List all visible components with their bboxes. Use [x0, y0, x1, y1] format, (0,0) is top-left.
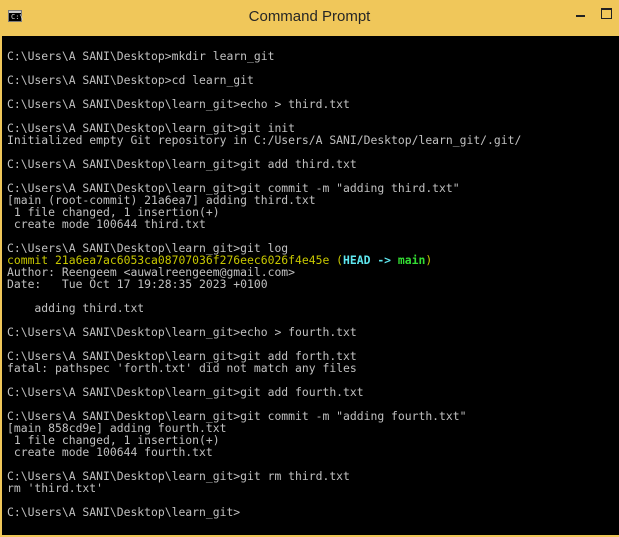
console-text-segment: C:\Users\A SANI\Desktop\learn_git>echo >… [7, 325, 357, 339]
console-line: create mode 100644 third.txt [7, 218, 619, 230]
console-text-segment: C:\Users\A SANI\Desktop\learn_git>git ad… [7, 157, 357, 171]
console-line: C:\Users\A SANI\Desktop\learn_git> [7, 506, 619, 518]
console-text-segment: adding third.txt [7, 301, 145, 315]
console-text-segment: main [397, 253, 426, 267]
console-text-segment: Date: Tue Oct 17 19:28:35 2023 +0100 [7, 277, 268, 291]
console-line: fatal: pathspec 'forth.txt' did not matc… [7, 362, 619, 374]
console-line: adding third.txt [7, 302, 619, 314]
console-text-segment: ) [425, 253, 433, 267]
console-text-segment: C:\Users\A SANI\Desktop\learn_git>git ad… [7, 385, 364, 399]
console-area[interactable]: C:\Users\A SANI\Desktop>mkdir learn_git C… [2, 36, 619, 535]
console-line: C:\Users\A SANI\Desktop\learn_git>git ad… [7, 158, 619, 170]
console-text-segment: create mode 100644 third.txt [7, 217, 206, 231]
console-output: C:\Users\A SANI\Desktop>mkdir learn_git C… [7, 38, 619, 518]
console-text-segment: fatal: pathspec 'forth.txt' did not matc… [7, 361, 357, 375]
console-text-segment: rm 'third.txt' [7, 481, 104, 495]
console-line: C:\Users\A SANI\Desktop>mkdir learn_git [7, 50, 619, 62]
console-line: C:\Users\A SANI\Desktop>cd learn_git [7, 74, 619, 86]
command-prompt-window: C:\ Command Prompt C:\Users\A SANI\Deskt… [0, 0, 619, 537]
console-line: Date: Tue Oct 17 19:28:35 2023 +0100 [7, 278, 619, 290]
console-text-segment: C:\Users\A SANI\Desktop>cd learn_git [7, 73, 254, 87]
maximize-button[interactable] [596, 4, 618, 22]
minimize-button[interactable] [570, 4, 592, 22]
console-line: rm 'third.txt' [7, 482, 619, 494]
console-line: C:\Users\A SANI\Desktop\learn_git>git ad… [7, 386, 619, 398]
console-text-segment: create mode 100644 fourth.txt [7, 445, 213, 459]
console-line: C:\Users\A SANI\Desktop\learn_git>echo >… [7, 98, 619, 110]
console-text-segment: C:\Users\A SANI\Desktop\learn_git> [7, 505, 241, 519]
console-text-segment: Initialized empty Git repository in C:/U… [7, 133, 522, 147]
title-bar[interactable]: C:\ Command Prompt [0, 0, 619, 36]
console-text-segment: C:\Users\A SANI\Desktop\learn_git>echo >… [7, 97, 350, 111]
console-line: Initialized empty Git repository in C:/U… [7, 134, 619, 146]
minimize-icon [576, 15, 585, 17]
console-text-segment: C:\Users\A SANI\Desktop>mkdir learn_git [7, 49, 275, 63]
console-text-segment: HEAD -> [343, 253, 398, 267]
maximize-icon [601, 8, 612, 19]
console-line: C:\Users\A SANI\Desktop\learn_git>echo >… [7, 326, 619, 338]
console-line: create mode 100644 fourth.txt [7, 446, 619, 458]
window-title: Command Prompt [248, 8, 371, 25]
